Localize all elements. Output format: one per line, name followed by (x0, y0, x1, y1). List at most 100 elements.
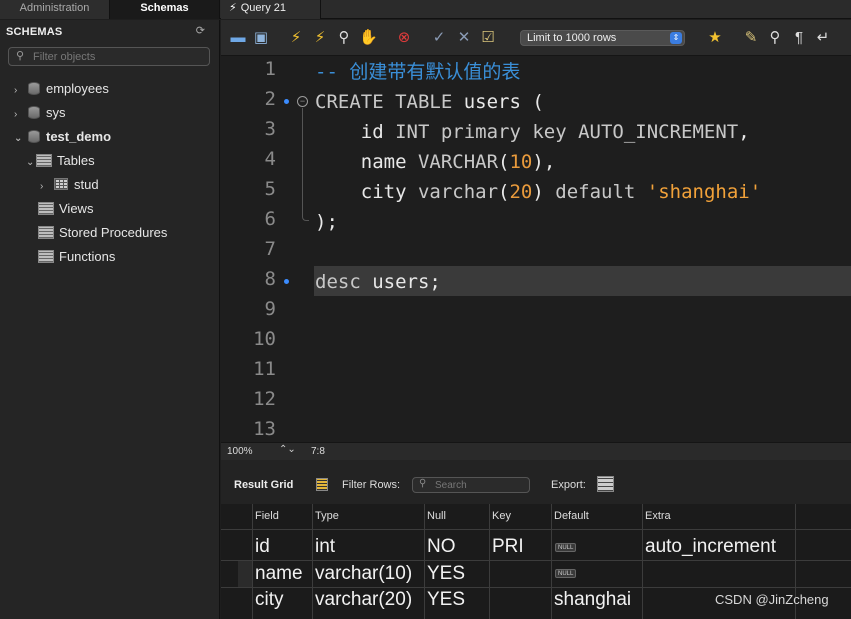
sidebar-item-stored-procedures[interactable]: Stored Procedures (38, 223, 167, 243)
search-icon: ⚲ (16, 50, 25, 62)
null-badge[interactable]: NULL (555, 569, 577, 578)
chevron-right-icon[interactable]: › (14, 105, 24, 125)
open-folder-icon[interactable]: ▬ (229, 29, 247, 47)
sidebar-item-stud[interactable]: › stud (40, 175, 99, 195)
table-cell[interactable]: PRI (489, 533, 524, 559)
table-cell[interactable]: varchar(20) (312, 586, 412, 612)
commit-icon[interactable]: ✓ (430, 29, 448, 47)
table-cell[interactable]: auto_increment (642, 533, 776, 559)
column-header-default[interactable]: Default (551, 504, 589, 529)
line-number: 5 (264, 178, 276, 200)
table-cell[interactable]: shanghai (551, 586, 631, 612)
add-snippet-icon[interactable]: ★ (706, 29, 724, 47)
sidebar-item-sys[interactable]: › sys (14, 103, 66, 123)
limit-rows-select[interactable]: Limit to 1000 rows ⇕ (520, 30, 685, 46)
beautify-icon[interactable]: ✎ (742, 29, 760, 47)
table-cell[interactable]: varchar(10) (312, 560, 412, 586)
fold-toggle-icon[interactable]: − (297, 96, 308, 107)
cursor-position: 7:8 (311, 446, 325, 457)
sidebar-title: SCHEMAS (6, 26, 63, 38)
result-grid-label[interactable]: Result Grid (234, 479, 293, 491)
line-number: 8 (264, 268, 276, 290)
result-grid-icon[interactable] (316, 478, 328, 491)
sidebar-item-employees[interactable]: › employees (14, 79, 109, 99)
filter-rows-field[interactable]: ⚲ (412, 477, 530, 493)
procedures-folder-icon (38, 226, 54, 239)
zoom-level[interactable]: 100% (227, 446, 253, 457)
table-cell[interactable]: city (252, 586, 284, 612)
line-number: 4 (264, 148, 276, 170)
code-line-4: name VARCHAR(10), (315, 151, 556, 173)
chevron-down-icon[interactable]: ⌄ (14, 129, 24, 149)
line-number: 12 (253, 388, 276, 410)
export-icon[interactable] (597, 476, 614, 492)
table-cell[interactable]: id (252, 533, 270, 559)
execute-icon[interactable]: ⚡ (287, 29, 305, 47)
table-cell[interactable]: YES (424, 560, 465, 586)
row-selector[interactable] (238, 561, 252, 587)
explain-icon[interactable]: ⚲ (335, 29, 353, 47)
line-number: 3 (264, 118, 276, 140)
rollback-icon[interactable]: ✕ (455, 29, 473, 47)
table-icon (54, 178, 68, 190)
table-cell[interactable]: int (312, 533, 335, 559)
functions-folder-icon (38, 250, 54, 263)
limit-rows-value: Limit to 1000 rows (527, 32, 617, 44)
zoom-stepper-icon[interactable]: ⌃⌄ (279, 444, 296, 455)
column-header-type[interactable]: Type (312, 504, 339, 529)
database-icon (28, 106, 40, 119)
tab-schemas[interactable]: Schemas (110, 0, 220, 19)
row-divider (221, 529, 851, 530)
filter-rows-input[interactable] (435, 479, 525, 491)
tables-folder-icon (36, 154, 52, 167)
line-number: 11 (253, 358, 276, 380)
select-arrows-icon: ⇕ (670, 32, 682, 44)
column-header-extra[interactable]: Extra (642, 504, 671, 529)
toggle-error-icon[interactable]: ⊗ (395, 29, 413, 47)
lightning-icon: ⚡ (229, 2, 237, 14)
sidebar-item-label: sys (46, 105, 66, 120)
column-header-field[interactable]: Field (252, 504, 279, 529)
autocommit-icon[interactable]: ☑ (479, 29, 497, 47)
tab-query[interactable]: ⚡ Query 21 (221, 0, 321, 19)
sidebar-item-functions[interactable]: Functions (38, 247, 115, 267)
save-icon[interactable]: ▣ (252, 29, 270, 47)
sidebar-item-test-demo[interactable]: ⌄ test_demo (14, 127, 111, 147)
null-badge[interactable]: NULL (555, 543, 577, 552)
export-label: Export: (551, 479, 586, 491)
sidebar-item-tables[interactable]: ⌄ Tables (26, 151, 95, 171)
filter-objects-input[interactable] (33, 49, 203, 64)
sql-editor[interactable]: 1 2 3 4 5 6 7 8 9 10 11 12 13 − -- 创建带有默… (221, 57, 851, 442)
fold-end (302, 215, 309, 221)
chevron-right-icon[interactable]: › (14, 81, 24, 101)
watermark: CSDN @JinZcheng (715, 592, 829, 607)
table-cell[interactable]: NO (424, 533, 456, 559)
chevron-right-icon[interactable]: › (40, 177, 50, 197)
stop-icon[interactable]: ✋ (359, 29, 378, 47)
database-icon (28, 82, 40, 95)
top-tab-bar: Administration Schemas ⚡ Query 21 (0, 0, 851, 19)
wrap-lines-icon[interactable]: ↵ (814, 29, 832, 47)
table-cell[interactable]: name (252, 560, 303, 586)
tab-administration[interactable]: Administration (0, 0, 110, 19)
query-toolbar: ▬ ▣ ⚡ ⚡ ⚲ ✋ ⊗ ✓ ✕ ☑ Limit to 1000 rows ⇕… (221, 20, 851, 56)
column-header-key[interactable]: Key (489, 504, 511, 529)
column-header-null[interactable]: Null (424, 504, 446, 529)
database-icon (28, 130, 40, 143)
line-number: 13 (253, 418, 276, 440)
sidebar-item-label: test_demo (46, 129, 112, 144)
code-line-8: desc users; (315, 271, 441, 293)
invisible-chars-icon[interactable]: ¶ (790, 29, 808, 47)
line-number: 1 (264, 58, 276, 80)
filter-rows-label: Filter Rows: (342, 479, 401, 491)
table-cell[interactable]: YES (424, 586, 465, 612)
filter-objects-field[interactable]: ⚲ (8, 47, 210, 66)
find-icon[interactable]: ⚲ (766, 29, 784, 47)
search-icon: ⚲ (419, 478, 427, 489)
sidebar-item-views[interactable]: Views (38, 199, 93, 219)
refresh-icon[interactable]: ⟳ (196, 24, 205, 37)
execute-current-icon[interactable]: ⚡ (311, 29, 329, 47)
sidebar-item-label: employees (46, 81, 109, 96)
chevron-down-icon[interactable]: ⌄ (26, 153, 36, 173)
sidebar-item-label: Stored Procedures (59, 225, 168, 240)
